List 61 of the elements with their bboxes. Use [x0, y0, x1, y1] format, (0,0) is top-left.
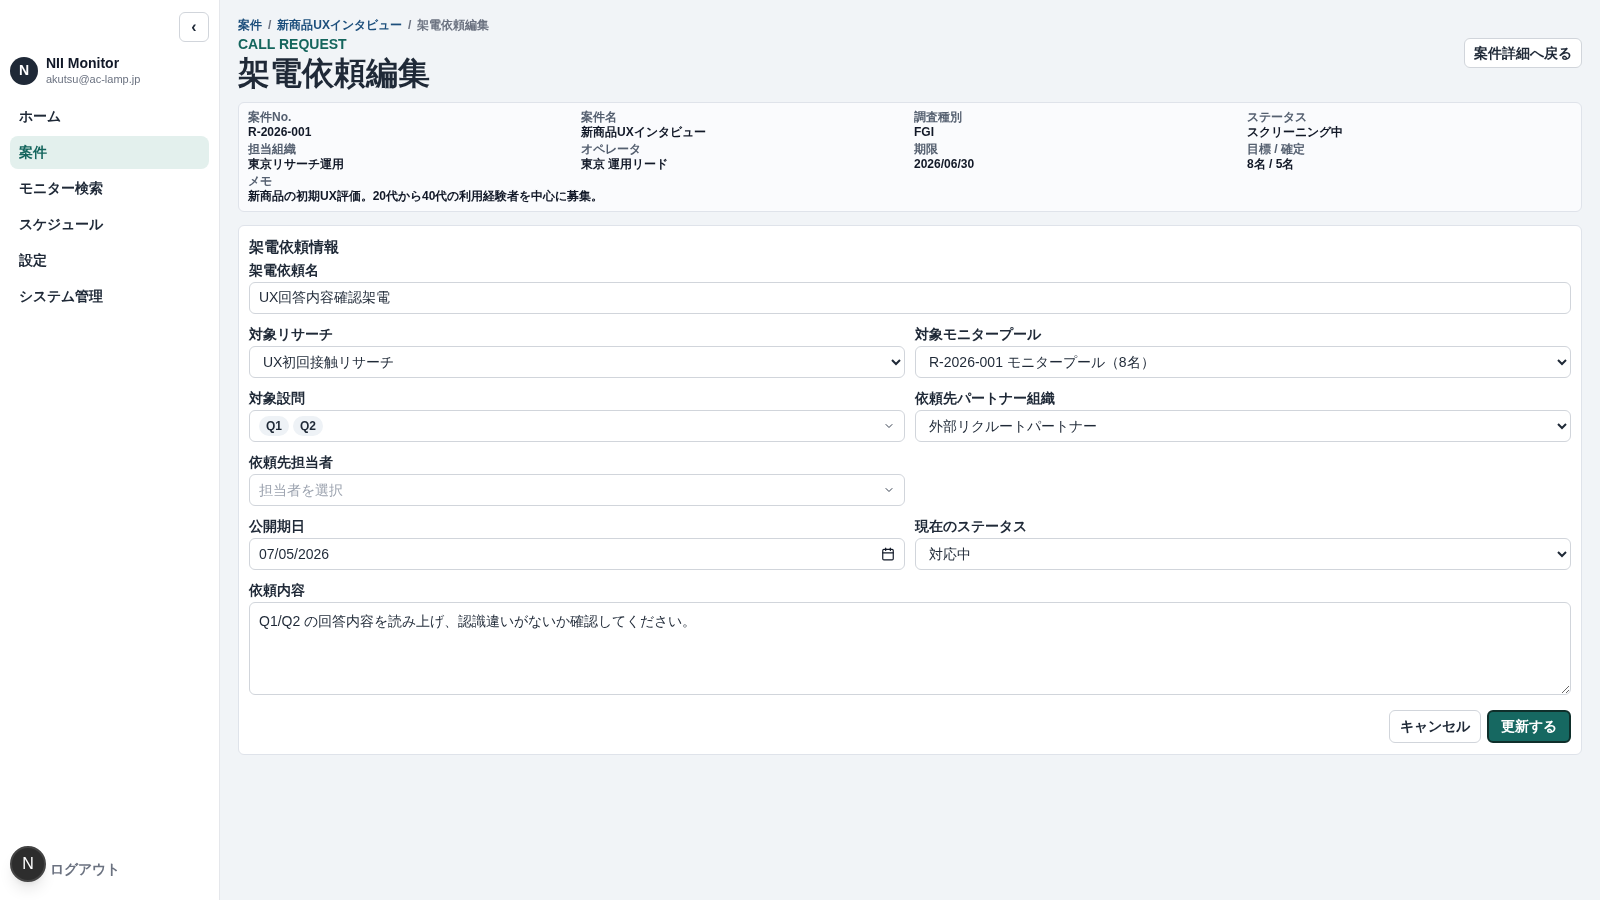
collapse-button[interactable]: ‹: [179, 12, 209, 42]
summary-label: 案件名: [581, 110, 618, 125]
field-label: 依頼先担当者: [249, 453, 334, 471]
section-title: 架電依頼情報: [249, 237, 340, 257]
avatar-button[interactable]: N: [10, 846, 46, 882]
question-chip: Q2: [293, 416, 324, 436]
calendar-icon: [881, 547, 895, 561]
field-label: 依頼先パートナー組織: [915, 389, 1056, 407]
nav-item[interactable]: ホーム: [10, 100, 209, 134]
summary-value: 8名 / 5名: [1247, 157, 1296, 172]
select-field[interactable]: 外部リクルートパートナー: [915, 410, 1571, 442]
summary-label: メモ: [248, 174, 273, 189]
update-button[interactable]: 更新する: [1487, 710, 1571, 743]
field-label: 対象設問: [249, 389, 306, 407]
field-label: 対象モニタープール: [915, 325, 1042, 343]
breadcrumb-item[interactable]: 架電依頼編集: [417, 16, 490, 34]
summary-label: ステータス: [1247, 110, 1308, 125]
select-field[interactable]: 対応中: [915, 538, 1571, 570]
input-field[interactable]: UX回答内容確認架電: [249, 282, 1571, 314]
field-label: 対象リサーチ: [249, 325, 334, 343]
nav-item[interactable]: モニター検索: [10, 172, 209, 206]
user-avatar: N: [10, 56, 38, 85]
breadcrumb-item[interactable]: 新商品UXインタビュー: [277, 16, 402, 34]
select-field[interactable]: R-2026-001 モニタープール（8名）: [915, 346, 1571, 378]
summary-label: 調査種別: [914, 110, 963, 125]
text-area[interactable]: Q1/Q2 の回答内容を読み上げ、認識違いがないか確認してください。: [249, 602, 1571, 695]
field-label: 現在のステータス: [915, 517, 1028, 535]
memo-text: 新商品の初期UX評価。20代から40代の利用経験者を中心に募集。: [248, 189, 605, 204]
breadcrumb-separator: /: [268, 17, 272, 34]
logout-link[interactable]: ログアウト: [50, 859, 120, 880]
page-title: 架電依頼編集: [238, 54, 431, 93]
summary-value: R-2026-001: [248, 125, 313, 140]
summary-value: 2026/06/30: [914, 157, 976, 172]
breadcrumb-separator: /: [408, 17, 412, 34]
nav-item[interactable]: 設定: [10, 244, 209, 278]
field-label: 公開期日: [249, 517, 306, 535]
question-chip: Q1: [259, 416, 289, 436]
select-field[interactable]: UX初回接触リサーチ: [249, 346, 905, 378]
nav-item[interactable]: 案件: [10, 136, 209, 170]
date-field[interactable]: 07/05/2026: [249, 538, 905, 570]
field-label: 依頼内容: [249, 581, 306, 599]
breadcrumb-item[interactable]: 案件: [238, 16, 262, 34]
summary-label: 期限: [914, 142, 939, 157]
summary-label: オペレータ: [581, 142, 642, 157]
summary-value: 東京 運用リード: [581, 157, 670, 172]
summary-label: 案件No.: [248, 110, 293, 125]
user-email: akutsu@ac-lamp.jp: [46, 72, 141, 87]
cancel-button[interactable]: キャンセル: [1389, 710, 1481, 743]
back-button[interactable]: 案件詳細へ戻る: [1464, 38, 1582, 68]
nav-item[interactable]: システム管理: [10, 280, 209, 314]
summary-value: FGI: [914, 125, 935, 140]
field-label: 架電依頼名: [249, 261, 320, 279]
summary-value: スクリーニング中: [1247, 125, 1344, 140]
multi-select-field[interactable]: Q1 Q2: [249, 410, 905, 442]
summary-value: 東京リサーチ運用: [248, 157, 345, 172]
summary-label: 目標 / 確定: [1247, 142, 1306, 157]
nav-item[interactable]: スケジュール: [10, 208, 209, 242]
summary-value: 新商品UXインタビュー: [581, 125, 707, 140]
user-name: NII Monitor: [46, 55, 121, 73]
eyebrow-text: CALL REQUEST: [238, 35, 348, 53]
summary-label: 担当組織: [248, 142, 297, 157]
